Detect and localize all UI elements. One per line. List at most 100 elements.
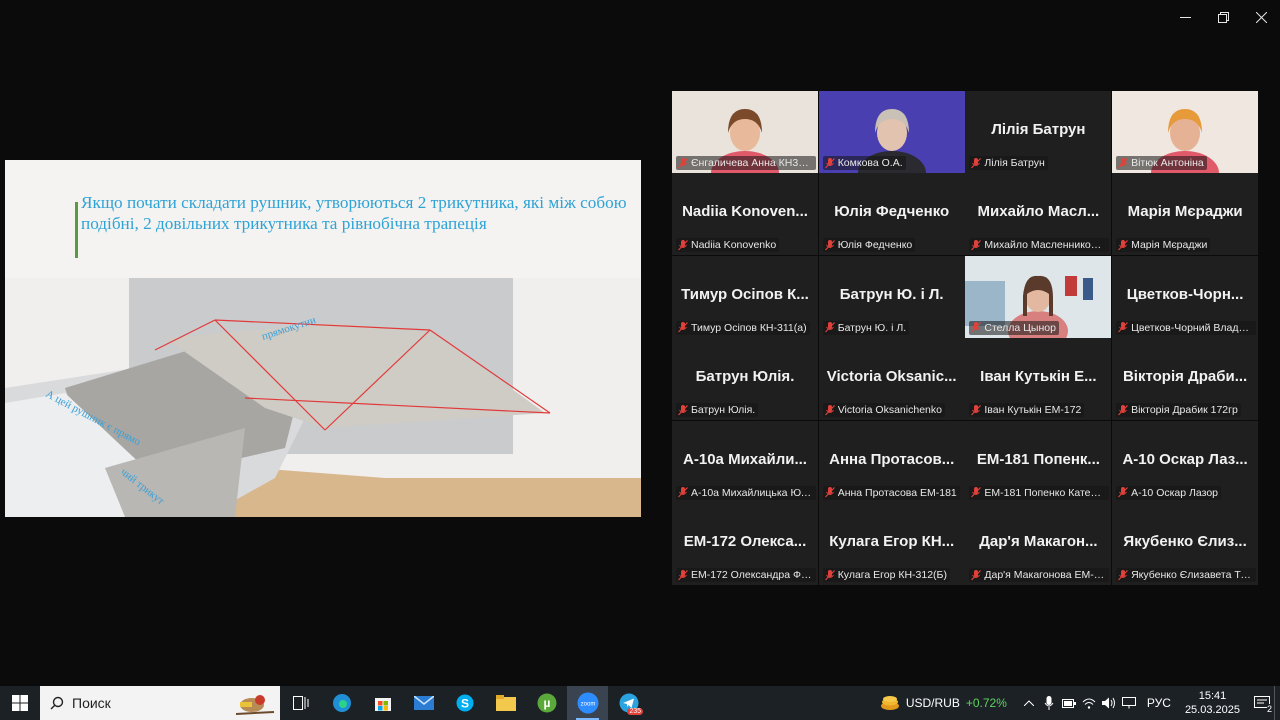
muted-mic-icon: [678, 404, 688, 416]
participant-tile[interactable]: Лілія Батрун Лілія Батрун: [965, 91, 1112, 173]
notifications-button[interactable]: 2: [1250, 686, 1274, 720]
task-view-icon: [292, 696, 308, 710]
muted-mic-icon: [971, 487, 982, 498]
battery-tray-button[interactable]: [1059, 686, 1079, 720]
ticker-pair: USD/RUB: [905, 696, 960, 710]
participant-name-tag: А-10 Оскар Лазор: [1116, 485, 1222, 500]
participant-display-name: Victoria Oksanic...: [826, 368, 957, 386]
participant-label: Батрун Ю. і Л.: [837, 321, 907, 334]
participant-display-name: Батрун Ю. і Л.: [839, 285, 944, 303]
clock-time: 15:41: [1198, 690, 1227, 702]
file-explorer-button[interactable]: [485, 686, 526, 720]
participant-name-tag: Вітюк Антоніна: [1116, 156, 1207, 170]
muted-mic-icon: [824, 322, 835, 333]
volume-tray-button[interactable]: [1099, 686, 1119, 720]
search-icon: [50, 696, 64, 710]
notification-count: 2: [1266, 704, 1272, 714]
participant-tile[interactable]: Анна Протасов... Анна Протасова ЕМ-181: [818, 420, 965, 503]
participant-name-tag: Стелла Цынор: [969, 320, 1059, 335]
taskbar-search[interactable]: Поиск: [40, 686, 280, 720]
slide-title: Якщо почати складати рушник, утворюються…: [81, 193, 627, 233]
participant-tile[interactable]: Іван Кутькін Е... Іван Кутькін ЕМ-172: [965, 338, 1112, 421]
taskbar-clock[interactable]: 15:41 25.03.2025: [1185, 689, 1240, 717]
muted-mic-icon: [1118, 569, 1129, 580]
restore-button[interactable]: [1204, 0, 1242, 34]
participant-tile[interactable]: Цветков-Чорн... Цветков-Чорний Владис...: [1112, 255, 1259, 338]
participant-display-name: Юлія Федченко: [834, 203, 950, 221]
zoom-button[interactable]: zoom: [567, 686, 608, 720]
input-language[interactable]: РУС: [1147, 696, 1171, 710]
edge-icon: [332, 694, 351, 712]
wifi-icon: [1082, 698, 1096, 709]
minimize-button[interactable]: [1166, 0, 1204, 34]
participant-tile[interactable]: Nadiia Konoven... Nadiia Konovenko: [672, 173, 818, 256]
search-placeholder: Поиск: [72, 695, 111, 711]
skype-icon: S: [456, 694, 473, 712]
monitor-icon: [1121, 697, 1136, 709]
participant-display-name: Якубенко Єлиз...: [1123, 533, 1247, 550]
participant-tile[interactable]: Вікторія Драби... Вікторія Драбик 172гр: [1112, 338, 1259, 421]
show-desktop-button[interactable]: [1274, 686, 1280, 720]
battery-icon: [1061, 698, 1076, 708]
muted-mic-icon: [971, 569, 982, 580]
zoom-icon: zoom: [577, 692, 598, 714]
store-icon: [374, 698, 391, 711]
participant-name-tag: А-10а Михайлицька Юлія: [676, 485, 816, 500]
participant-name-tag: Дар'я Макагонова ЕМ-1...: [969, 568, 1110, 582]
display-tray-button[interactable]: [1119, 686, 1139, 720]
start-button[interactable]: [0, 686, 40, 720]
svg-text:S: S: [460, 697, 468, 711]
participant-label: Єнгаличева Анна КН311А: [691, 157, 813, 169]
microphone-tray-button[interactable]: [1039, 686, 1059, 720]
task-view-button[interactable]: [280, 686, 321, 720]
muted-mic-icon: [824, 569, 835, 580]
participant-label: Цветков-Чорний Владис...: [1131, 321, 1254, 334]
participant-tile[interactable]: Єнгаличева Анна КН311А: [672, 91, 818, 173]
participant-tile[interactable]: ЕМ-172 Олекса... ЕМ-172 Олександра Фуз...: [672, 503, 818, 585]
muted-mic-icon: [824, 487, 835, 498]
show-hidden-icons-button[interactable]: [1019, 686, 1039, 720]
participant-tile[interactable]: Вітюк Антоніна: [1112, 91, 1259, 173]
participant-tile[interactable]: Батрун Ю. і Л. Батрун Ю. і Л.: [818, 255, 965, 338]
edge-button[interactable]: [321, 686, 362, 720]
participant-name-tag: Анна Протасова ЕМ-181: [822, 485, 960, 500]
participant-tile[interactable]: Тимур Осіпов К... Тимур Осіпов КН-311(а): [672, 255, 818, 338]
telegram-button[interactable]: 235: [608, 686, 649, 720]
participant-tile[interactable]: А-10а Михайли... А-10а Михайлицька Юлія: [672, 420, 818, 503]
participant-display-name: Nadiia Konoven...: [682, 203, 808, 221]
participant-tile[interactable]: А-10 Оскар Лаз... А-10 Оскар Лазор: [1112, 420, 1259, 503]
currency-ticker[interactable]: USD/RUB +0.72%: [880, 695, 1007, 711]
store-button[interactable]: [362, 686, 403, 720]
participant-label: Nadiia Konovenko: [691, 239, 777, 252]
participant-tile[interactable]: Victoria Oksanic... Victoria Oksanichenko: [818, 338, 965, 421]
muted-mic-icon: [824, 404, 835, 416]
participant-tile[interactable]: Кулага Егор КН... Кулага Егор КН-312(Б): [818, 503, 965, 585]
participant-tile[interactable]: Юлія Федченко Юлія Федченко: [818, 173, 965, 256]
participant-tile[interactable]: Якубенко Єлиз... Якубенко Єлизавета Тх-1.…: [1112, 503, 1259, 585]
participant-tile[interactable]: Комкова О.А.: [818, 91, 965, 173]
participant-tile[interactable]: Стелла Цынор: [965, 255, 1112, 338]
participant-tile[interactable]: Марія Мєраджи Марія Мєраджи: [1112, 173, 1259, 256]
skype-button[interactable]: S: [444, 686, 485, 720]
participant-name-tag: Тимур Осіпов КН-311(а): [676, 320, 810, 335]
participant-name-tag: Михайло Масленников 3Т...: [969, 238, 1110, 253]
participant-tile[interactable]: Дар'я Макагон... Дар'я Макагонова ЕМ-1...: [965, 503, 1112, 585]
close-button[interactable]: [1242, 0, 1280, 34]
mail-button[interactable]: [403, 686, 444, 720]
participant-display-name: Цветков-Чорн...: [1126, 285, 1244, 303]
participant-tile[interactable]: Батрун Юлія. Батрун Юлія.: [672, 338, 818, 421]
zoom-meeting-screen: Якщо почати складати рушник, утворюються…: [0, 0, 1280, 720]
muted-mic-icon: [971, 157, 982, 168]
network-tray-button[interactable]: [1079, 686, 1099, 720]
muted-mic-icon: [678, 157, 688, 168]
participant-display-name: А-10а Михайли...: [683, 450, 807, 468]
participant-tile[interactable]: Михайло Масл... Михайло Масленников 3Т...: [965, 173, 1112, 256]
participant-label: Михайло Масленников 3Т...: [984, 239, 1107, 252]
utorrent-button[interactable]: µ: [526, 686, 567, 720]
participant-label: ЕМ-172 Олександра Фуз...: [691, 569, 813, 581]
participant-tile[interactable]: ЕМ-181 Попенк... ЕМ-181 Попенко Катери...: [965, 420, 1112, 503]
restore-icon: [1217, 11, 1229, 23]
muted-mic-icon: [1118, 157, 1129, 168]
participant-name-tag: Іван Кутькін ЕМ-172: [969, 403, 1085, 418]
participant-display-name: А-10 Оскар Лаз...: [1122, 450, 1248, 468]
